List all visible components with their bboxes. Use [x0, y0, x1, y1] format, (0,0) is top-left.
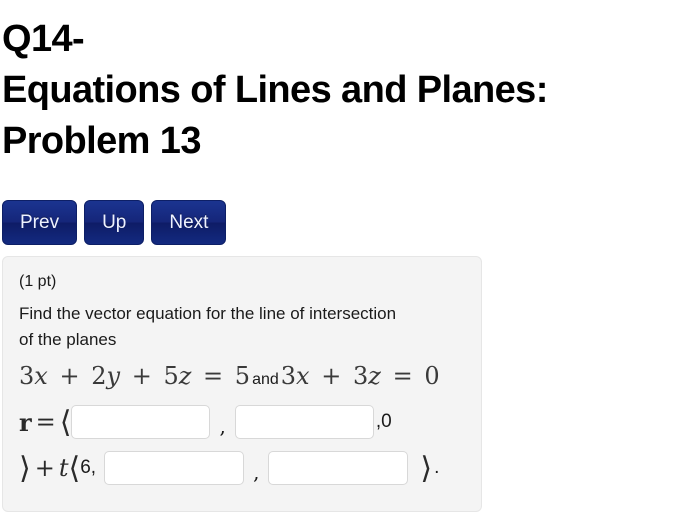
problem-prompt: Find the vector equation for the line of… — [19, 304, 397, 349]
plane1-equals: = — [203, 362, 224, 390]
answer-equals-sign: = — [35, 408, 56, 436]
plane2-equals: = — [392, 362, 413, 390]
plane1-coefficient-3: 5 — [163, 362, 179, 390]
problem-panel: (1 pt) Find the vector equation for the … — [2, 256, 482, 512]
plane2-coefficient-2: 3 — [352, 362, 369, 390]
plane1-variable-y: y — [106, 362, 121, 390]
plane1-rhs: 5 — [234, 362, 251, 390]
answer-period: . — [434, 457, 440, 478]
plane2-variable-x: x — [296, 362, 310, 390]
page-title-line-3: Problem 13 — [2, 120, 201, 162]
answer-input-x0[interactable] — [71, 405, 211, 439]
equation-conjunction: and — [252, 371, 279, 388]
parameter-t-symbol: t — [58, 454, 69, 482]
prev-button[interactable]: Prev — [2, 200, 78, 245]
answer-input-dir-z[interactable] — [268, 451, 409, 485]
plane1-coefficient-1: 3 — [19, 362, 35, 390]
plane1-coefficient-2: 2 — [91, 362, 107, 390]
answer-comma-2: , — [253, 460, 260, 484]
answer-comma-1: , — [219, 414, 226, 438]
plane1-operator-2: + — [131, 362, 152, 390]
page-title: Q14- Equations of Lines and Planes: Prob… — [2, 14, 700, 167]
answer-row-direction: ⟩ + t ⟨ 6, , ⟩ . — [19, 451, 440, 486]
answer-plus-sign: + — [34, 454, 55, 482]
plane2-operator-1: + — [321, 362, 342, 390]
points-label: (1 pt) — [19, 273, 57, 290]
plane1-variable-z: z — [178, 362, 192, 390]
up-button[interactable]: Up — [84, 200, 145, 245]
plane2-variable-z: z — [368, 362, 381, 390]
vector-r-symbol: r — [19, 407, 32, 437]
planes-equation: 3x + 2y + 5z = 5 and3x + 3z = 0 — [19, 361, 465, 395]
page-title-line-2: Equations of Lines and Planes: — [2, 69, 548, 111]
plane1-variable-x: x — [34, 362, 48, 390]
plane1-operator-1: + — [59, 362, 80, 390]
answer-row-point: r = ⟨ , ,0 — [19, 405, 392, 440]
answer-input-y0[interactable] — [234, 405, 374, 439]
page-title-line-1: Q14- — [2, 18, 85, 60]
plane2-rhs: 0 — [424, 362, 440, 390]
next-button[interactable]: Next — [151, 200, 227, 245]
plane2-coefficient-1: 3 — [280, 362, 297, 390]
direction-fixed-first: 6, — [80, 457, 97, 478]
answer-input-dir-y[interactable] — [104, 451, 245, 485]
navigation-buttons: Prev Up Next — [2, 200, 227, 245]
answer-fixed-z0: ,0 — [375, 411, 392, 432]
